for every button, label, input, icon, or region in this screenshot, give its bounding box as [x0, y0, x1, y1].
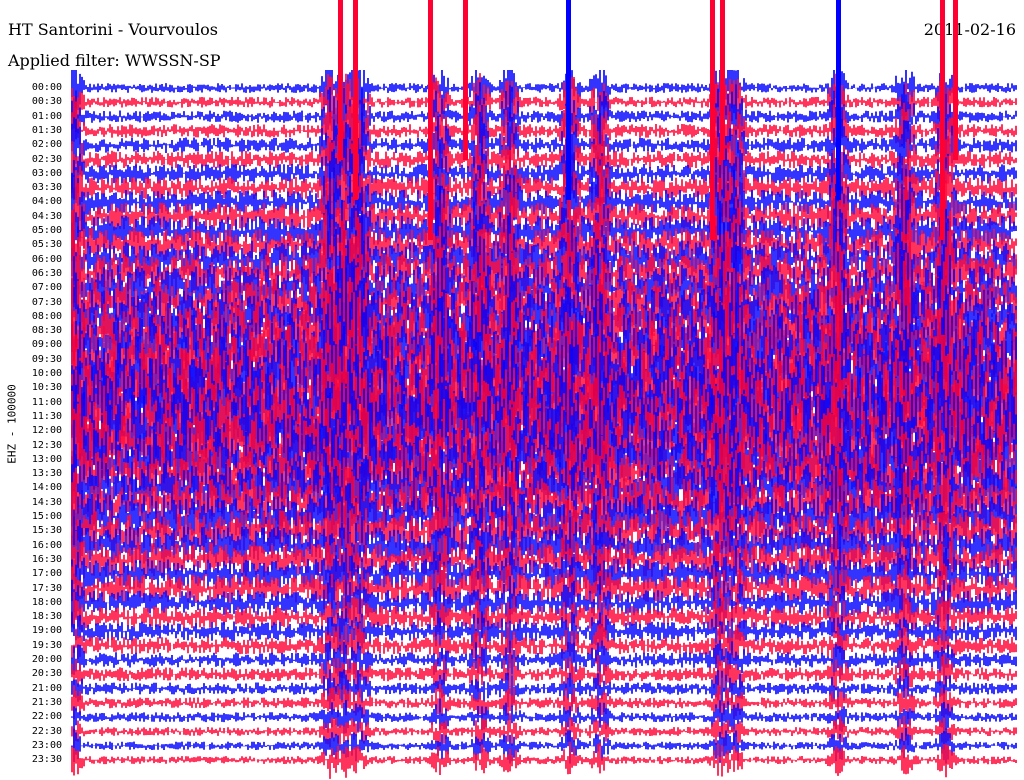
event-spike — [428, 0, 433, 240]
event-spike — [720, 0, 725, 160]
event-spike — [710, 0, 715, 240]
event-spike — [953, 0, 958, 160]
event-spike — [353, 0, 358, 200]
event-spike — [338, 0, 343, 160]
helicorder-plot — [71, 0, 1017, 779]
event-spike — [836, 0, 841, 200]
event-spike — [940, 0, 945, 240]
event-spike — [566, 0, 571, 200]
event-spike — [463, 0, 468, 160]
